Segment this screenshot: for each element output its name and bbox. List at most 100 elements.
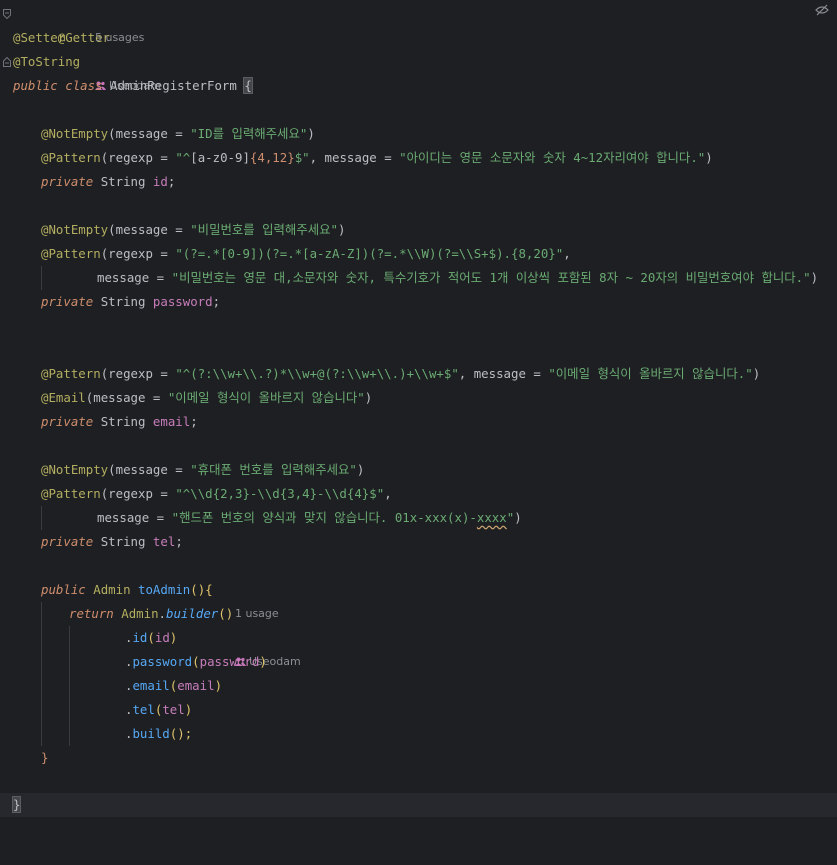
code-line[interactable]: message = "핸드폰 번호의 양식과 맞지 않습니다. 01x-xxx(… xyxy=(0,506,837,530)
method-name: builder xyxy=(166,606,219,621)
code-line[interactable]: @Setter xyxy=(0,26,837,50)
string-literal: "핸드폰 번호의 양식과 맞지 않습니다. 01x-xxx(x)- xyxy=(171,510,477,525)
keyword: private xyxy=(41,534,94,549)
indent-guide xyxy=(69,674,70,698)
code-line[interactable]: .id(id) xyxy=(0,626,837,650)
code-line[interactable]: @ToString xyxy=(0,50,837,74)
code-line[interactable]: .password(password) xyxy=(0,650,837,674)
param-name: message xyxy=(473,366,526,381)
code-line[interactable]: message = "비밀번호는 영문 대,소문자와 숫자, 특수기호가 적어도… xyxy=(0,266,837,290)
regex-class: [a-z0-9] xyxy=(190,150,250,165)
code-line[interactable]: private String email; xyxy=(0,410,837,434)
type-name: String xyxy=(100,414,146,429)
comma: , xyxy=(563,246,571,261)
string-literal: "비밀번호를 입력해주세요" xyxy=(190,222,338,237)
code-line[interactable]: @Email(message = "이메일 형식이 올바르지 않습니다") xyxy=(0,386,837,410)
paren: ) xyxy=(356,462,365,477)
regex-quantifier: {4,12} xyxy=(249,150,295,165)
code-line[interactable]: @NotEmpty(message = "ID를 입력해주세요") xyxy=(0,122,837,146)
field-name: id xyxy=(152,174,168,189)
type-name: Admin xyxy=(93,582,131,597)
typo-warning[interactable]: xxxx xyxy=(477,510,507,525)
paren: ( xyxy=(147,630,155,645)
param-name: message xyxy=(115,126,168,141)
dot: . xyxy=(158,606,167,621)
paren: ) xyxy=(338,222,346,237)
paren: ) xyxy=(169,630,178,645)
code-line[interactable]: private String password; xyxy=(0,290,837,314)
fold-marker-icon[interactable] xyxy=(3,57,11,67)
code-line[interactable]: @NotEmpty(message = "휴대폰 번호를 입력해주세요") xyxy=(0,458,837,482)
semicolon: ; xyxy=(167,174,176,189)
code-line[interactable]: @Pattern(regexp = "^(?:\\w+\\.?)*\\w+@(?… xyxy=(0,362,837,386)
type-name: String xyxy=(100,294,146,309)
comma: , xyxy=(384,486,392,501)
string-literal: "ID를 입력해주세요" xyxy=(190,126,308,141)
comma: , xyxy=(309,150,325,165)
code-editor[interactable]: @Getter 5 usages Useodam @Setter @ToStri… xyxy=(0,0,837,838)
string-literal: "이메일 형식이 올바르지 않습니다" xyxy=(167,390,365,405)
code-line[interactable]: @NotEmpty(message = "비밀번호를 입력해주세요") xyxy=(0,218,837,242)
code-line[interactable]: public Admin toAdmin(){ 1 usage Useodam xyxy=(0,578,837,668)
indent-guide xyxy=(69,626,70,650)
indent-guide xyxy=(41,602,42,626)
string-literal: "^\\d{2,3}-\\d{3,4}-\\d{4}$" xyxy=(175,486,385,501)
param-name: message xyxy=(93,390,146,405)
operator: = xyxy=(167,462,191,477)
paren: ) xyxy=(705,150,713,165)
method-name: tel xyxy=(132,702,155,717)
code-line[interactable]: @Pattern(regexp = "(?=.*[0-9])(?=.*[a-zA… xyxy=(0,242,837,266)
paren: ( xyxy=(192,654,200,669)
type-name: Admin xyxy=(121,606,159,621)
code-line[interactable]: @Pattern(regexp = "^[a-z0-9]{4,12}$", me… xyxy=(0,146,837,170)
paren: ( xyxy=(108,126,116,141)
code-line[interactable]: public class AdminRegisterForm { xyxy=(0,74,837,98)
code-line[interactable]: .build(); xyxy=(0,722,837,746)
code-line[interactable]: @Pattern(regexp = "^\\d{2,3}-\\d{3,4}-\\… xyxy=(0,482,837,506)
paren: ) xyxy=(752,366,761,381)
string-literal: "^ xyxy=(175,150,191,165)
brace: } xyxy=(11,796,22,813)
operator: = xyxy=(152,486,176,501)
indent-guide xyxy=(41,626,42,650)
string-literal: "비밀번호는 영문 대,소문자와 숫자, 특수기호가 적어도 1개 이상씩 포함… xyxy=(171,270,811,285)
fold-marker-icon[interactable] xyxy=(3,9,11,19)
string-literal: "이메일 형식이 올바르지 않습니다." xyxy=(548,366,753,381)
code-line[interactable]: .email(email) xyxy=(0,674,837,698)
string-literal: "^(?:\\w+\\.?)*\\w+@(?:\\w+\\.)+\\w+$" xyxy=(175,366,459,381)
param-name: regexp xyxy=(108,150,153,165)
code-line[interactable]: @Getter 5 usages Useodam xyxy=(0,2,837,92)
string-literal: "휴대폰 번호를 입력해주세요" xyxy=(190,462,357,477)
field-name: password xyxy=(199,654,260,669)
code-line[interactable]: } xyxy=(0,746,837,770)
code-line[interactable]: private String id; xyxy=(0,170,837,194)
indent-guide xyxy=(69,650,70,674)
code-line[interactable]: return Admin.builder() xyxy=(0,602,837,626)
field-name: tel xyxy=(162,702,185,717)
annotation: @Pattern xyxy=(41,486,101,501)
keyword: return xyxy=(69,606,114,621)
indent-guide xyxy=(41,506,42,530)
method-name: toAdmin xyxy=(138,582,191,597)
indent-guide xyxy=(69,698,70,722)
annotation: @NotEmpty xyxy=(41,222,109,237)
indent-guide xyxy=(69,722,70,746)
brace: { xyxy=(243,77,253,94)
paren: (); xyxy=(169,726,193,741)
keyword: public xyxy=(41,582,86,597)
operator: = xyxy=(376,150,400,165)
code-line[interactable]: private String tel; xyxy=(0,530,837,554)
method-name: email xyxy=(132,678,170,693)
current-line[interactable]: } xyxy=(0,793,837,817)
string-literal: "(?=.*[0-9])(?=.*[a-zA-Z])(?=.*\\W)(?=\\… xyxy=(175,246,564,261)
method-name: password xyxy=(132,654,193,669)
keyword: private xyxy=(41,174,94,189)
keyword: private xyxy=(41,294,94,309)
type-name: String xyxy=(100,534,146,549)
annotation: @Pattern xyxy=(41,366,101,381)
param-name: message xyxy=(324,150,377,165)
param-name: regexp xyxy=(108,366,153,381)
code-line[interactable]: .tel(tel) xyxy=(0,698,837,722)
paren: () xyxy=(218,606,234,621)
keyword: private xyxy=(41,414,94,429)
